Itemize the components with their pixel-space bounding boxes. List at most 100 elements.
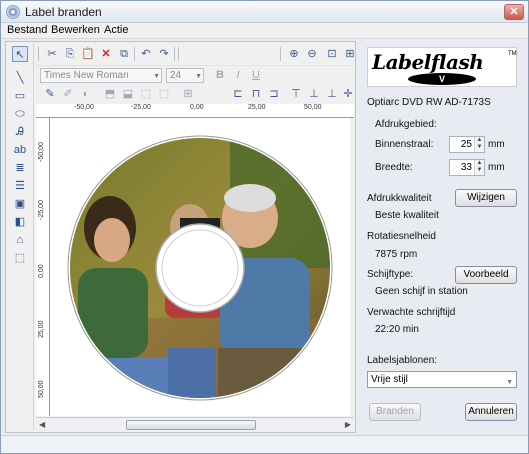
list-tool-icon[interactable]: ☰	[12, 178, 28, 194]
edit-image-icon[interactable]: ✎	[42, 86, 58, 102]
zoom-in-icon[interactable]: ⊕	[286, 46, 302, 62]
inner-radius-value: 25	[460, 139, 472, 150]
pointer-tool-icon[interactable]: ↖	[12, 46, 28, 62]
color-icon[interactable]: ◐	[78, 86, 94, 102]
width-unit: mm	[488, 162, 505, 173]
width-stepper[interactable]: 33 ▲ ▼	[449, 159, 485, 176]
horizontal-ruler: -50,00 -25,00 0,00 25,00 50,00	[36, 104, 354, 118]
horizontal-scrollbar[interactable]: ◀ ▶	[36, 417, 354, 431]
ruler-label: 25,00	[38, 320, 45, 338]
width-label: Breedte:	[375, 162, 413, 173]
ruler-label: 0,00	[190, 104, 204, 111]
write-time-label: Verwachte schrijftijd	[367, 307, 456, 318]
bold-icon[interactable]: B	[212, 67, 228, 83]
ruler-label: -25,00	[131, 104, 151, 111]
labelflash-logo: Labelflash TM V	[367, 47, 517, 87]
zoom-out-icon[interactable]: ⊖	[304, 46, 320, 62]
font-size-select[interactable]: 24 ▼	[166, 68, 204, 83]
chevron-down-icon: ▼	[506, 379, 513, 386]
quality-value: Beste kwaliteit	[375, 210, 439, 221]
arc-text-tool-icon[interactable]: Ꭿ	[12, 124, 28, 140]
line-tool-icon[interactable]: ╲	[12, 70, 28, 86]
paragraph-tool-icon[interactable]: ≣	[12, 160, 28, 176]
inner-radius-stepper[interactable]: 25 ▲ ▼	[449, 136, 485, 153]
zoom-page-icon[interactable]: ⊡	[324, 46, 340, 62]
stepper-arrows-icon[interactable]: ▲ ▼	[474, 137, 484, 152]
undo-icon[interactable]: ↶	[138, 46, 154, 62]
toolbar-separator	[174, 47, 175, 61]
duplicate-icon[interactable]: ⧉	[116, 46, 132, 62]
disc-preview	[67, 135, 333, 401]
ellipse-tool-icon[interactable]: ⬭	[12, 106, 28, 122]
font-name-value: Times New Roman	[44, 70, 129, 81]
image-tool-icon[interactable]: ▣	[12, 196, 28, 212]
ruler-label: 50,00	[304, 104, 322, 111]
label-canvas[interactable]	[50, 118, 350, 416]
scroll-right-icon[interactable]: ▶	[345, 420, 351, 429]
paste-icon[interactable]: 📋	[80, 46, 96, 62]
align-top-icon[interactable]: ⊤	[288, 86, 304, 102]
window-title: Label branden	[25, 5, 102, 19]
preview-button[interactable]: Voorbeeld	[455, 266, 517, 284]
align-center-icon[interactable]: ⊓	[248, 86, 264, 102]
align-left-icon[interactable]: ⊏	[230, 86, 246, 102]
italic-icon[interactable]: I	[230, 67, 246, 83]
title-bar: Label branden ✕	[1, 1, 528, 23]
width-value: 33	[460, 162, 472, 173]
zoom-fit-icon[interactable]: ⊞	[342, 46, 358, 62]
rectangle-tool-icon[interactable]: ▭	[12, 88, 28, 104]
delete-icon[interactable]: ✕	[98, 46, 114, 62]
toolbar-separator	[280, 47, 281, 61]
font-size-value: 24	[170, 70, 182, 81]
ruler-label: 50,00	[38, 380, 45, 398]
menu-bewerken[interactable]: Bewerken	[51, 24, 100, 36]
redo-icon[interactable]: ↷	[156, 46, 172, 62]
align-bottom-icon[interactable]: ⊥	[324, 86, 340, 102]
underline-icon[interactable]: U	[248, 67, 264, 83]
inner-radius-unit: mm	[488, 139, 505, 150]
cut-icon[interactable]: ✂	[44, 46, 60, 62]
disc-icon	[6, 5, 20, 19]
chevron-down-icon: ▼	[153, 73, 160, 80]
menu-bar: Bestand Bewerken Actie	[1, 23, 528, 39]
close-button[interactable]: ✕	[504, 4, 524, 20]
templates-select[interactable]: Vrije stijl ▼	[367, 371, 517, 388]
burn-button[interactable]: Branden	[369, 403, 421, 421]
background-tool-icon[interactable]: ◧	[12, 214, 28, 230]
center-icon[interactable]: ✛	[340, 86, 356, 102]
menu-actie[interactable]: Actie	[104, 24, 128, 36]
ruler-label: -25,00	[38, 200, 45, 220]
arrange-toolbar: ✎ ✐ ◐ ⬒ ⬓ ⬚ ⬚ ⊞ ⊏ ⊓ ⊐ ⊤ ⊥ ⊥ ✛	[36, 86, 354, 104]
font-toolbar: Times New Roman ▼ 24 ▼ B I U	[36, 67, 354, 85]
menu-bestand-label: Bestand	[7, 24, 48, 36]
stepper-arrows-icon[interactable]: ▲ ▼	[474, 160, 484, 175]
disc-type-value: Geen schijf in station	[375, 286, 468, 297]
text-tool-icon[interactable]: ab	[12, 142, 28, 158]
quality-label: Afdrukkwaliteit	[367, 193, 432, 204]
vertical-ruler: -50,00 -25,00 0,00 25,00 50,00	[36, 118, 50, 416]
font-name-select[interactable]: Times New Roman ▼	[40, 68, 162, 83]
pen-icon[interactable]: ✐	[60, 86, 76, 102]
send-back-icon[interactable]: ⬓	[120, 86, 136, 102]
rotation-label: Rotatiesnelheid	[367, 231, 436, 242]
main-window: Label branden ✕ Bestand Bewerken Actie ↖…	[0, 0, 529, 454]
status-bar	[1, 435, 528, 453]
menu-bewerken-label: Bewerken	[51, 24, 100, 36]
ungroup-icon[interactable]: ⬚	[156, 86, 172, 102]
library-tool-icon[interactable]: ⌂	[12, 232, 28, 248]
bring-front-icon[interactable]: ⬒	[102, 86, 118, 102]
settings-panel: Labelflash TM V Optiarc DVD RW AD-7173S …	[361, 41, 526, 433]
ruler-label: -50,00	[38, 142, 45, 162]
logo-tm: TM	[508, 51, 517, 57]
group-icon[interactable]: ⬚	[138, 86, 154, 102]
lock-icon[interactable]: ⊞	[180, 86, 196, 102]
change-quality-button[interactable]: Wijzigen	[455, 189, 517, 207]
crop-tool-icon[interactable]: ⬚	[12, 250, 28, 266]
scrollbar-thumb[interactable]	[126, 420, 256, 430]
menu-bestand[interactable]: Bestand	[7, 24, 47, 36]
cancel-button[interactable]: Annuleren	[465, 403, 517, 421]
align-middle-icon[interactable]: ⊥	[306, 86, 322, 102]
align-right-icon[interactable]: ⊐	[266, 86, 282, 102]
copy-icon[interactable]: ⎘	[62, 46, 78, 62]
scroll-left-icon[interactable]: ◀	[39, 420, 45, 429]
